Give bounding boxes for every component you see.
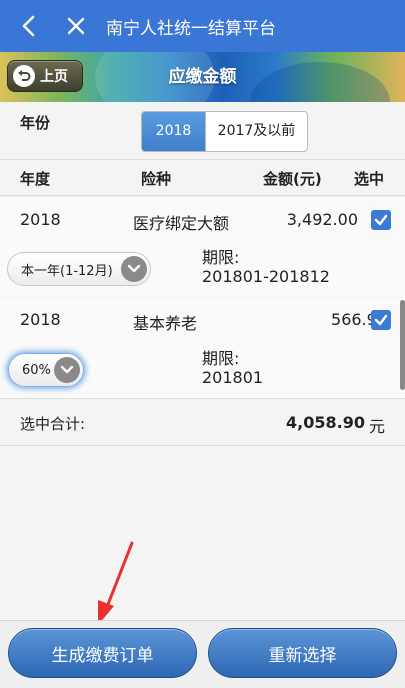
annotation-arrow-icon [98, 541, 134, 625]
reselect-button[interactable]: 重新选择 [208, 628, 397, 678]
generate-order-button[interactable]: 生成缴费订单 [8, 628, 197, 678]
action-bar: 生成缴费订单 重新选择 [0, 620, 405, 688]
